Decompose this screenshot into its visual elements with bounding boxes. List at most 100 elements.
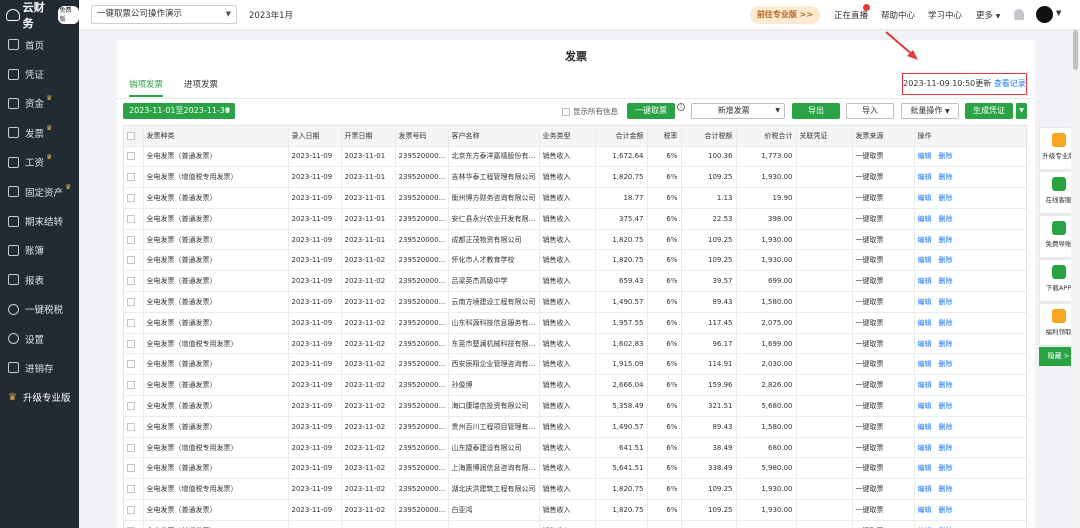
row-select-cell[interactable] xyxy=(124,374,144,397)
table-row[interactable]: 全电发票（普通发票） 2023-11-09 2023-11-01 239520000.… xyxy=(124,146,1026,168)
table-row[interactable]: 全电发票（增值税专用发票） 2023-11-09 2023-11-02 2395200… xyxy=(124,333,1026,355)
edit-link[interactable]: 编辑 xyxy=(918,194,932,202)
import-button[interactable]: 导入 xyxy=(846,103,894,119)
tab-purchase-invoices[interactable]: 进项发票 xyxy=(184,78,218,90)
row-select-cell[interactable] xyxy=(124,437,144,459)
live-link[interactable]: 正在直播 xyxy=(834,9,868,21)
table-row[interactable]: 全电发票（普通发票） 2023-11-09 2023-11-01 239520000.… xyxy=(124,208,1026,230)
row-checkbox[interactable] xyxy=(127,360,135,369)
row-checkbox[interactable] xyxy=(127,339,135,348)
edit-link[interactable]: 编辑 xyxy=(918,319,932,327)
column-header[interactable]: 客户名称 xyxy=(448,126,540,147)
delete-link[interactable]: 删除 xyxy=(939,381,953,389)
select-all-cell[interactable] xyxy=(124,126,144,147)
row-checkbox[interactable] xyxy=(127,235,135,244)
edit-link[interactable]: 编辑 xyxy=(918,215,932,223)
row-select-cell[interactable] xyxy=(124,291,144,313)
fetch-invoices-button[interactable]: 一键取票 xyxy=(627,103,675,119)
edit-link[interactable]: 编辑 xyxy=(918,298,932,306)
delete-link[interactable]: 删除 xyxy=(939,464,953,472)
more-menu[interactable]: 更多 ▼ xyxy=(976,9,1000,21)
table-row[interactable]: 全电发票（增值税专用发票） 2023-11-09 2023-11-01 2395200… xyxy=(124,166,1026,189)
bell-icon[interactable] xyxy=(1014,9,1024,20)
edit-link[interactable]: 编辑 xyxy=(918,444,932,452)
row-checkbox[interactable] xyxy=(127,464,135,473)
edit-link[interactable]: 编辑 xyxy=(918,173,932,181)
row-select-cell[interactable] xyxy=(124,478,144,501)
row-select-cell[interactable] xyxy=(124,249,144,272)
learning-center-link[interactable]: 学习中心 xyxy=(928,9,962,21)
row-select-cell[interactable] xyxy=(124,416,144,438)
sidebar-item-settings[interactable]: 设置 xyxy=(0,324,79,353)
table-row[interactable]: 全电发票（增值税专用发票） 2023-11-09 2023-11-02 2395200… xyxy=(124,437,1026,459)
row-select-cell[interactable] xyxy=(124,229,144,251)
help-icon[interactable]: ? xyxy=(677,103,685,111)
generate-voucher-button[interactable]: 生成凭证 xyxy=(965,103,1013,119)
row-checkbox[interactable] xyxy=(127,443,135,452)
edit-link[interactable]: 编辑 xyxy=(918,236,932,244)
delete-link[interactable]: 删除 xyxy=(939,340,953,348)
help-center-link[interactable]: 帮助中心 xyxy=(881,9,915,21)
sidebar-item-asset[interactable]: 固定资产 ♛ xyxy=(0,177,79,206)
delete-link[interactable]: 删除 xyxy=(939,319,953,327)
delete-link[interactable]: 删除 xyxy=(939,423,953,431)
edit-link[interactable]: 编辑 xyxy=(918,340,932,348)
row-select-cell[interactable] xyxy=(124,312,144,334)
column-header[interactable]: 录入日期 xyxy=(288,126,342,147)
column-header[interactable]: 发票来源 xyxy=(852,126,915,147)
batch-operation-select[interactable]: 批量操作 ▼ xyxy=(901,103,959,119)
column-header[interactable]: 合计税额 xyxy=(681,126,737,147)
table-row[interactable]: 全电发票（普通发票）2023-11-092023-11-02239520000.… xyxy=(124,270,1026,293)
view-records-link[interactable]: 查看记录 xyxy=(994,79,1026,88)
voucher-dropdown-toggle[interactable]: ▼ xyxy=(1015,103,1027,119)
sidebar-item-invoice[interactable]: 发票 ♛ xyxy=(0,118,79,147)
delete-link[interactable]: 删除 xyxy=(939,236,953,244)
row-select-cell[interactable] xyxy=(124,353,144,376)
row-checkbox[interactable] xyxy=(127,256,135,265)
date-range-select[interactable]: 2023-11-01至2023-11-30 ▼ xyxy=(123,103,235,119)
edit-link[interactable]: 编辑 xyxy=(918,423,932,431)
sidebar-item-salary[interactable]: 工资 ♛ xyxy=(0,148,79,177)
row-select-cell[interactable] xyxy=(124,187,144,209)
row-checkbox[interactable] xyxy=(127,381,135,390)
delete-link[interactable]: 删除 xyxy=(939,173,953,181)
logo[interactable]: 云财务 免费版 xyxy=(0,0,79,30)
sidebar-item-tax[interactable]: 一键税税 xyxy=(0,295,79,324)
go-pro-button[interactable]: 前往专业版 >> xyxy=(750,6,820,24)
show-all-checkbox[interactable]: 显示所有信息 xyxy=(562,106,618,117)
row-checkbox[interactable] xyxy=(127,401,135,410)
row-select-cell[interactable] xyxy=(124,208,144,230)
edit-link[interactable]: 编辑 xyxy=(918,381,932,389)
column-header[interactable]: 发票种类 xyxy=(143,126,289,147)
new-invoice-select[interactable]: 新增发票 ▼ xyxy=(691,103,785,119)
edit-link[interactable]: 编辑 xyxy=(918,485,932,493)
delete-link[interactable]: 删除 xyxy=(939,152,953,160)
table-row[interactable]: 全电发票（普通发票）2023-11-092023-11-02239520000.… xyxy=(124,395,1026,417)
delete-link[interactable]: 删除 xyxy=(939,506,953,514)
column-header[interactable]: 操作 xyxy=(914,126,1026,147)
delete-link[interactable]: 删除 xyxy=(939,298,953,306)
company-select[interactable]: 一键取票公司操作演示 ▼ xyxy=(91,5,237,24)
delete-link[interactable]: 删除 xyxy=(939,360,953,368)
delete-link[interactable]: 删除 xyxy=(939,194,953,202)
row-checkbox[interactable] xyxy=(127,277,135,286)
select-all-checkbox[interactable] xyxy=(127,131,135,140)
sidebar-item-inventory[interactable]: 进销存 xyxy=(0,353,79,382)
page-scrollbar[interactable] xyxy=(1071,30,1080,528)
edit-link[interactable]: 编辑 xyxy=(918,256,932,264)
column-header[interactable]: 发票号码 xyxy=(395,126,449,147)
column-header[interactable]: 合计金额 xyxy=(595,126,648,147)
table-row[interactable]: 全电发票（普通发票）2023-11-092023-11-02239520000.… xyxy=(124,312,1026,334)
table-row[interactable]: 全电发票（普通发票）2023-11-092023-11-02239520000.… xyxy=(124,374,1026,397)
row-select-cell[interactable] xyxy=(124,520,144,528)
delete-link[interactable]: 删除 xyxy=(939,277,953,285)
sidebar-item-upgrade[interactable]: ♛ 升级专业版 xyxy=(0,383,79,412)
row-select-cell[interactable] xyxy=(124,166,144,189)
column-header[interactable]: 税率 xyxy=(647,126,682,147)
row-checkbox[interactable] xyxy=(127,152,135,161)
table-row[interactable]: 全电发票（增值税专用发票） 2023-11-09 2023-11-02 2395200… xyxy=(124,478,1026,501)
row-checkbox[interactable] xyxy=(127,214,135,223)
column-header[interactable]: 业务类型 xyxy=(539,126,596,147)
sidebar-item-closing[interactable]: 期末结转 xyxy=(0,206,79,235)
column-header[interactable]: 关联凭证 xyxy=(796,126,853,147)
